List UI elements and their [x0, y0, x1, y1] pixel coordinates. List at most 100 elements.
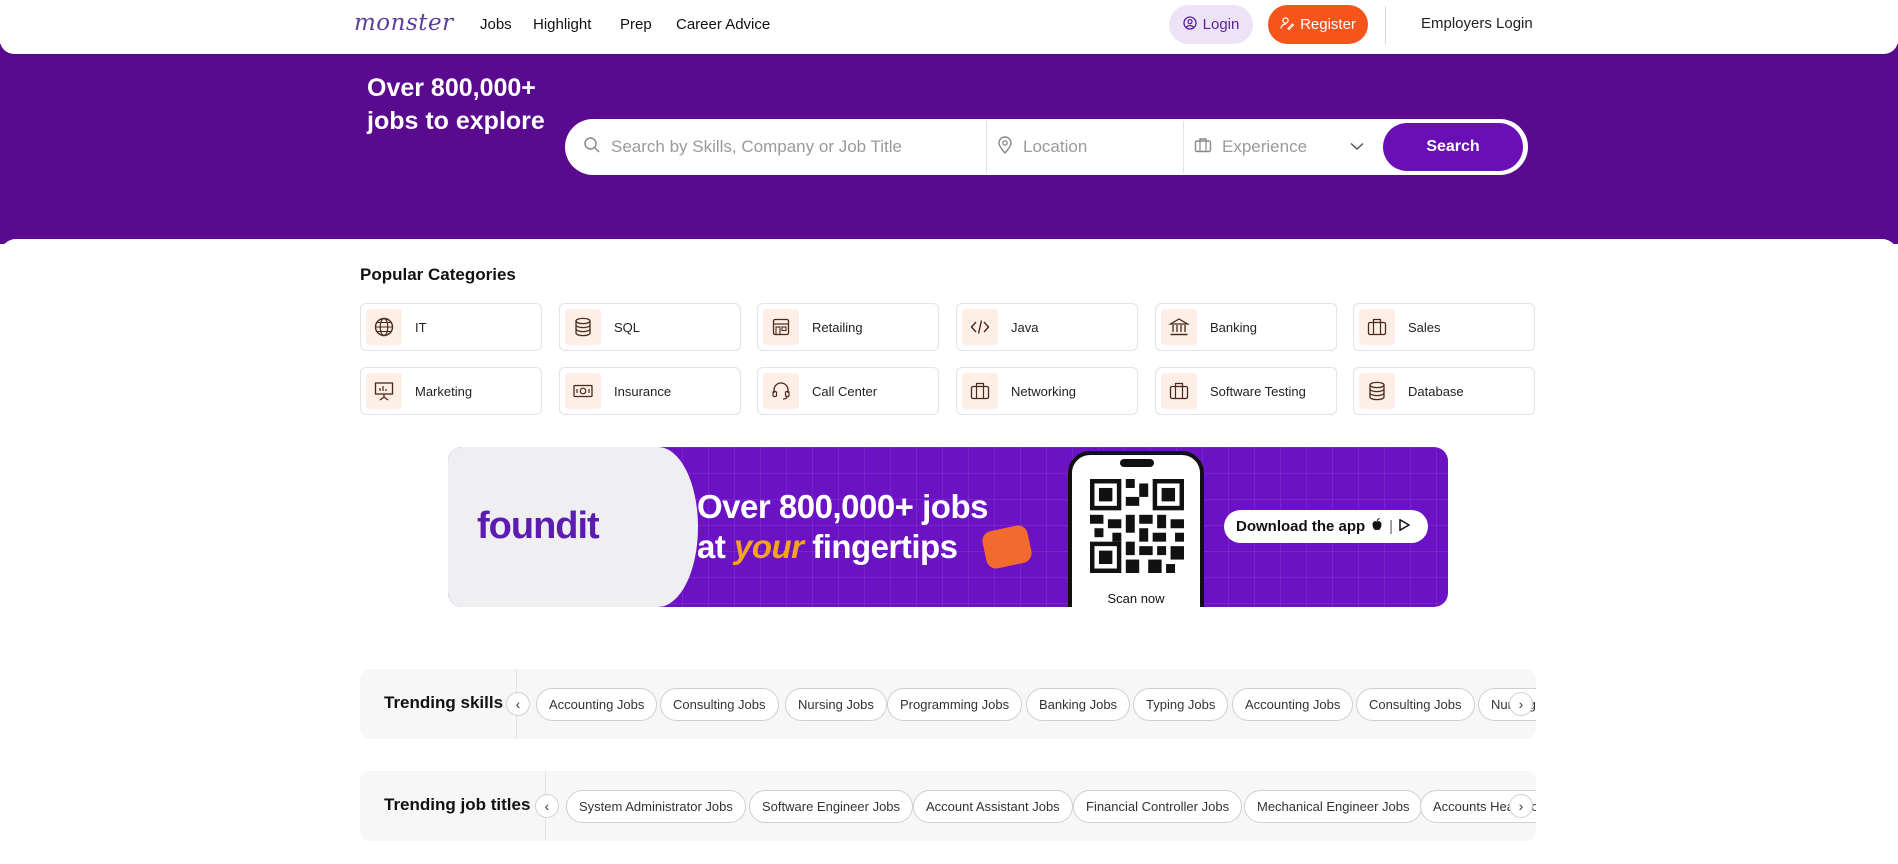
- category-label: Banking: [1210, 319, 1257, 335]
- category-insurance[interactable]: Insurance: [559, 367, 741, 415]
- category-retailing[interactable]: Retailing: [757, 303, 939, 351]
- experience-placeholder: Experience: [1222, 137, 1308, 156]
- banner-headline: Over 800,000+ jobs at your fingertips: [697, 487, 988, 567]
- hero-title: Over 800,000+ jobs to explore: [367, 72, 567, 138]
- play-store-icon: [1399, 518, 1411, 535]
- category-label: Sales: [1408, 319, 1441, 335]
- code-icon: [962, 309, 998, 345]
- trending-skill-chip[interactable]: Banking Jobs: [1026, 688, 1131, 721]
- chevron-left-icon[interactable]: ‹: [535, 794, 559, 818]
- globe-icon: [366, 309, 402, 345]
- trending-title-chip[interactable]: Software Engineer Jobs: [749, 790, 914, 823]
- category-label: Networking: [1011, 383, 1077, 399]
- download-app-label: Download the app: [1236, 518, 1366, 535]
- category-label: Database: [1408, 383, 1464, 399]
- trending-job-titles-title: Trending job titles: [384, 795, 531, 814]
- trending-skill-chip[interactable]: Programming Jobs: [887, 688, 1023, 721]
- location-placeholder: Location: [1023, 137, 1088, 156]
- nav-jobs[interactable]: Jobs: [480, 16, 512, 33]
- trending-title-chip[interactable]: Account Assistant Jobs: [913, 790, 1073, 823]
- chevron-right-icon[interactable]: ›: [1509, 692, 1533, 716]
- hero-title-line2: jobs to explore: [367, 107, 545, 135]
- trending-skill-chip[interactable]: Consulting Jobs: [660, 688, 779, 721]
- category-label: Marketing: [415, 383, 473, 399]
- experience-select[interactable]: Experience: [1194, 119, 1307, 175]
- category-networking[interactable]: Networking: [956, 367, 1138, 415]
- scan-now-label: Scan now: [1107, 591, 1165, 606]
- category-call-center[interactable]: Call Center: [757, 367, 939, 415]
- trending-title-chip[interactable]: Mechanical Engineer Jobs: [1244, 790, 1423, 823]
- trending-skills-row: Trending skills ‹ Accounting Jobs Consul…: [360, 669, 1536, 739]
- trending-skill-chip[interactable]: Nursing Jobs: [785, 688, 887, 721]
- category-sql[interactable]: SQL: [559, 303, 741, 351]
- headset-icon: [763, 373, 799, 409]
- category-label: Retailing: [812, 319, 863, 335]
- category-software-testing[interactable]: Software Testing: [1155, 367, 1337, 415]
- category-label: Call Center: [812, 383, 878, 399]
- store-icon: [763, 309, 799, 345]
- foundit-logo: foundit: [477, 505, 600, 547]
- foundit-app-banner[interactable]: foundit Over 800,000+ jobs at your finge…: [448, 447, 1448, 607]
- search-icon: [583, 136, 601, 159]
- trending-title-chip[interactable]: Financial Controller Jobs: [1073, 790, 1243, 823]
- chevron-down-icon[interactable]: [1348, 137, 1366, 160]
- search-button[interactable]: Search: [1383, 123, 1523, 171]
- apple-icon: [1371, 518, 1383, 535]
- trending-title-chip[interactable]: System Administrator Jobs: [566, 790, 746, 823]
- login-button[interactable]: Login: [1169, 5, 1253, 44]
- category-label: Java: [1011, 319, 1039, 335]
- nav-highlight[interactable]: Highlight: [533, 16, 591, 33]
- trending-skill-chip[interactable]: Accounting Jobs: [1232, 688, 1354, 721]
- top-nav: monster Jobs Highlight Prep Career Advic…: [0, 0, 1898, 54]
- category-label: SQL: [614, 319, 641, 335]
- trending-skill-chip[interactable]: Consulting Jobs: [1356, 688, 1475, 721]
- nav-divider: [1385, 6, 1386, 44]
- category-java[interactable]: Java: [956, 303, 1138, 351]
- skills-search-placeholder: Search by Skills, Company or Job Title: [611, 137, 903, 156]
- chevron-left-icon[interactable]: ‹: [506, 692, 530, 716]
- category-banking[interactable]: Banking: [1155, 303, 1337, 351]
- phone-notch: [1120, 459, 1154, 467]
- nav-career-advice[interactable]: Career Advice: [676, 16, 770, 33]
- qr-code-icon[interactable]: [1090, 479, 1184, 573]
- money-icon: [565, 373, 601, 409]
- search-divider: [986, 121, 987, 173]
- phone-mockup: Scan now: [1068, 451, 1204, 607]
- database-icon: [1359, 373, 1395, 409]
- skills-search-field[interactable]: Search by Skills, Company or Job Title: [583, 119, 902, 175]
- category-label: Software Testing: [1210, 383, 1306, 399]
- category-it[interactable]: IT: [360, 303, 542, 351]
- hero-title-line1: Over 800,000+: [367, 74, 536, 102]
- nav-prep[interactable]: Prep: [620, 16, 652, 33]
- chevron-right-icon[interactable]: ›: [1509, 794, 1533, 818]
- category-label: IT: [415, 319, 427, 335]
- category-label: Insurance: [614, 383, 672, 399]
- employers-login-link[interactable]: Employers Login: [1421, 15, 1533, 32]
- location-field[interactable]: Location: [997, 119, 1087, 175]
- download-app-button[interactable]: Download the app |: [1224, 510, 1428, 543]
- category-marketing[interactable]: Marketing: [360, 367, 542, 415]
- briefcase-icon: [1161, 373, 1197, 409]
- search-bar: Search by Skills, Company or Job Title L…: [565, 119, 1528, 175]
- trending-skill-chip[interactable]: Accounting Jobs: [536, 688, 658, 721]
- register-label: Register: [1300, 16, 1356, 33]
- database-icon: [565, 309, 601, 345]
- banner-headline-line1: Over 800,000+ jobs: [697, 488, 988, 525]
- popular-categories-title: Popular Categories: [360, 265, 516, 284]
- monster-logo[interactable]: monster: [354, 10, 454, 36]
- location-pin-icon: [997, 135, 1013, 159]
- register-button[interactable]: Register: [1268, 5, 1368, 44]
- banner-headline-line2: at your fingertips: [697, 528, 958, 565]
- divider-bar: |: [1389, 518, 1394, 535]
- briefcase-icon: [962, 373, 998, 409]
- trending-skills-title: Trending skills: [384, 693, 504, 712]
- login-label: Login: [1202, 16, 1240, 33]
- user-icon: [1182, 15, 1197, 34]
- trending-skill-chip[interactable]: Typing Jobs: [1133, 688, 1229, 721]
- category-database[interactable]: Database: [1353, 367, 1535, 415]
- briefcase-icon: [1359, 309, 1395, 345]
- briefcase-icon: [1194, 137, 1212, 158]
- presentation-icon: [366, 373, 402, 409]
- category-sales[interactable]: Sales: [1353, 303, 1535, 351]
- trending-job-titles-row: Trending job titles ‹ System Administrat…: [360, 771, 1536, 841]
